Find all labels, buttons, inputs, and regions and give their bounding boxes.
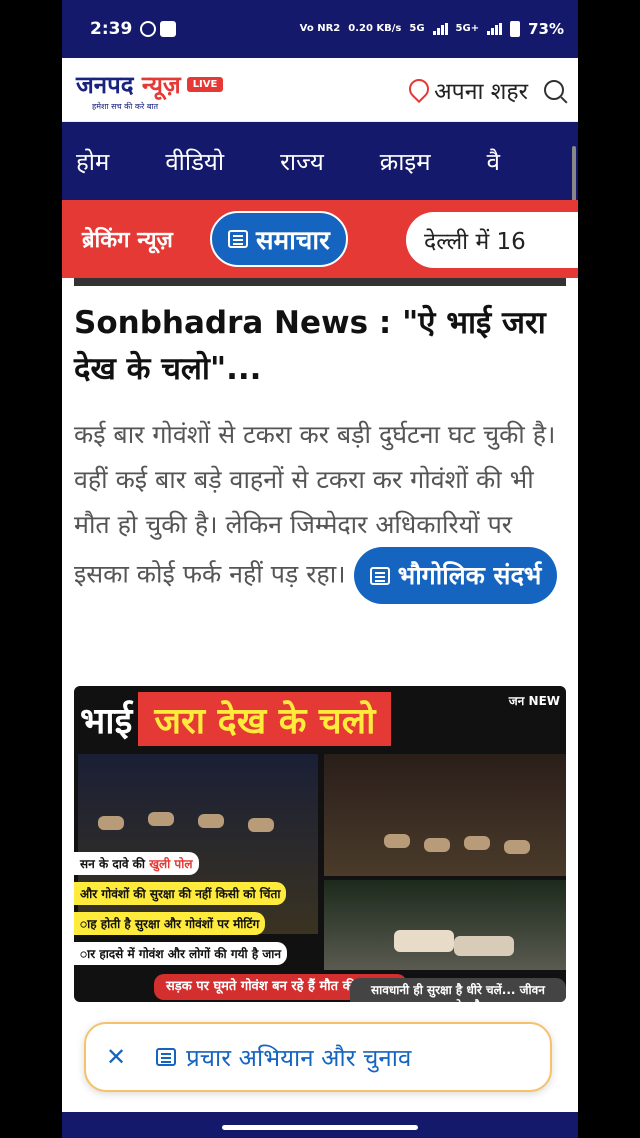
live-badge: LIVE (186, 76, 224, 92)
image-headline: भाई जरा देख के चलो (74, 692, 392, 746)
app-icon (160, 21, 177, 37)
floating-topic-bar: ✕ प्रचार अभियान और चुनाव (84, 1022, 552, 1092)
campaign-topic-label: प्रचार अभियान और चुनाव (186, 1043, 412, 1072)
nav-item-home[interactable]: होम (76, 145, 109, 178)
site-header: जनपद न्यूज़ LIVE हमेशा सच की करे बात अपन… (62, 58, 578, 208)
geo-context-chip[interactable]: भौगोलिक संदर्भ (353, 547, 558, 604)
road-cows-photo (324, 880, 566, 970)
breaking-news-label: ब्रेकिंग न्यूज़ (82, 228, 173, 253)
article-title[interactable]: Sonbhadra News : "ऐ भाई जरा देख के चलो".… (74, 300, 566, 392)
previous-image-strip (74, 278, 566, 286)
newspaper-icon (228, 230, 248, 248)
breaking-news-bar: ब्रेकिंग न्यूज़ समाचार देल्ली में 16 (62, 200, 578, 278)
nav-item-more[interactable]: वै (487, 145, 500, 178)
signal-2-label: 5G+ (455, 23, 480, 34)
signal-1-icon (432, 23, 448, 35)
newspaper-icon (156, 1048, 177, 1066)
nav-item-crime[interactable]: क्राइम (380, 145, 431, 178)
system-nav-bar (62, 1112, 578, 1138)
close-icon[interactable]: ✕ (106, 1043, 126, 1071)
image-caption-1: सन के दावे की खुली पोल (74, 852, 199, 875)
battery-level: 73% (528, 20, 564, 38)
notification-icons (140, 21, 177, 37)
campaign-topic-button[interactable]: प्रचार अभियान और चुनाव (156, 1041, 411, 1074)
status-indicators: Vo NR2 0.20 KB/s 5G 5G+ 73% (300, 21, 564, 37)
scrollbar-thumb[interactable] (572, 146, 576, 208)
location-pin-icon (408, 79, 426, 101)
logo-tagline: हमेशा सच की करे बात (92, 101, 159, 111)
nav-item-state[interactable]: राज्य (280, 145, 324, 178)
image-caption-3: ाह होती है सुरक्षा और गोवंशों पर मीटिंग (74, 912, 266, 935)
home-indicator[interactable] (222, 1125, 418, 1130)
gate-photo (324, 754, 566, 876)
signal-1-label: 5G (409, 23, 425, 34)
main-nav: होम वीडियो राज्य क्राइम वै (62, 122, 578, 200)
network-speed: 0.20 KB/s (348, 23, 402, 34)
image-caption-4: ार हादसे में गोवंश और लोगों की गयी है जा… (74, 942, 288, 965)
ticker-text: देल्ली में 16 (424, 229, 526, 255)
article-summary: कई बार गोवंशों से टकरा कर बड़ी दुर्घटना … (74, 412, 566, 604)
nav-item-video[interactable]: वीडियो (165, 145, 224, 178)
status-time: 2:39 (90, 19, 133, 39)
whatsapp-icon (140, 21, 157, 37)
phone-screen: 2:39 Vo NR2 0.20 KB/s 5G 5G+ 73% जनपद न्… (62, 0, 578, 1138)
news-ticker[interactable]: देल्ली में 16 (406, 212, 578, 268)
site-logo[interactable]: जनपद न्यूज़ LIVE हमेशा सच की करे बात (76, 68, 224, 112)
image-caption-2: और गोवंशों की सुरक्षा की नहीं किसी को चि… (74, 882, 287, 905)
search-icon[interactable] (544, 79, 564, 100)
battery-icon (510, 21, 521, 37)
article: Sonbhadra News : "ऐ भाई जरा देख के चलो".… (62, 286, 578, 604)
image-channel-badge: जन NEW (508, 694, 560, 708)
network-type: Vo NR2 (299, 23, 341, 34)
city-selector[interactable]: अपना शहर (408, 74, 564, 106)
article-image[interactable]: भाई जरा देख के चलो जन NEW सन के दावे की … (74, 686, 566, 1002)
image-bottom-caption-right: सावधानी ही सुरक्षा है धीरे चलें... जीवन … (350, 978, 566, 1002)
logo-text: जनपद न्यूज़ (76, 69, 181, 99)
geo-context-label: भौगोलिक संदर्भ (397, 561, 542, 590)
news-chip-button[interactable]: समाचार (210, 211, 348, 267)
signal-2-icon (487, 23, 503, 35)
newspaper-icon (369, 566, 390, 585)
night-road-photo (78, 754, 318, 934)
city-label: अपना शहर (434, 78, 528, 105)
status-bar: 2:39 Vo NR2 0.20 KB/s 5G 5G+ 73% (62, 0, 578, 58)
news-chip-label: समाचार (256, 226, 330, 256)
